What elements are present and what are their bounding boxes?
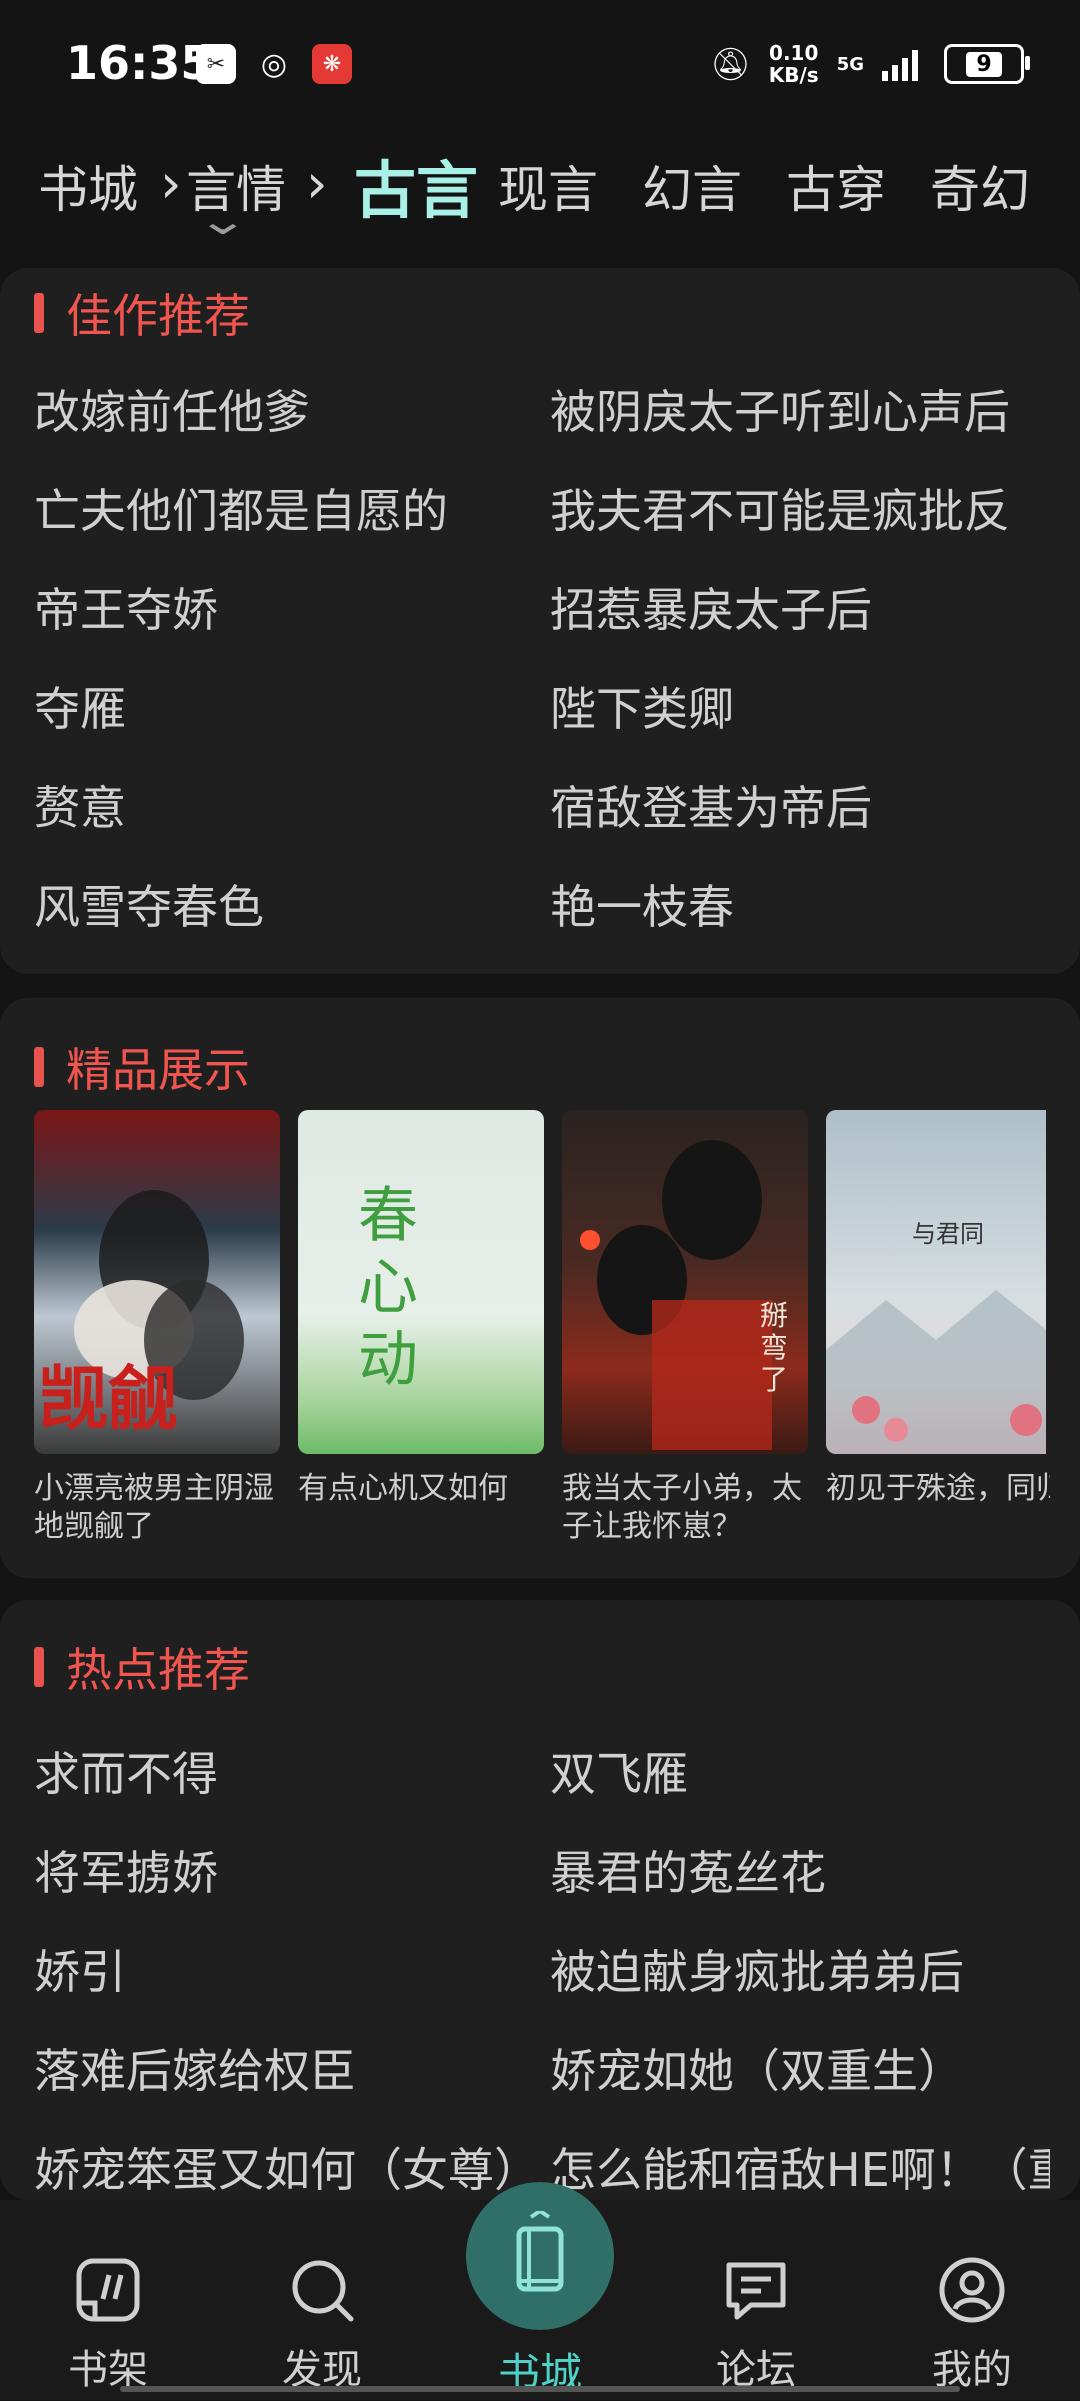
book-card[interactable]: 掰弯了 我当太子小弟，太子让我怀崽？ xyxy=(562,1110,808,1546)
book-link[interactable]: 怎么能和宿敌HE啊！（重 xyxy=(550,2134,1050,2200)
section-header: 热点推荐 xyxy=(34,1634,250,1700)
book-link[interactable]: 帝王夺娇 xyxy=(34,574,218,640)
tab-bookstore[interactable]: 书城 xyxy=(38,150,138,222)
book-link[interactable]: 改嫁前任他爹 xyxy=(34,376,310,442)
book-card[interactable]: 觊觎 小漂亮被男主阴湿地觊觎了 xyxy=(34,1110,280,1546)
section-title: 精品展示 xyxy=(66,1043,250,1097)
book-card[interactable]: 春心动 有点心机又如何 xyxy=(298,1110,544,1508)
section-title: 佳作推荐 xyxy=(66,289,250,343)
home-indicator[interactable] xyxy=(120,2386,960,2392)
book-icon xyxy=(516,2211,564,2292)
tab-ancient-romance[interactable]: 古言 xyxy=(354,140,478,230)
section-accent-bar xyxy=(34,1047,44,1087)
book-title: 小漂亮被男主阴湿地觊觎了 xyxy=(34,1471,274,1544)
shopping-app-icon: ❋ xyxy=(312,44,352,84)
book-link[interactable]: 娇宠笨蛋又如何（女尊） xyxy=(34,2134,544,2200)
book-link[interactable]: 求而不得 xyxy=(34,1738,218,1804)
tab-time-travel[interactable]: 古穿 xyxy=(786,150,886,222)
book-title: 初见于殊途，同归以终老。 xyxy=(826,1471,1050,1506)
book-cover: 春心动 xyxy=(298,1110,544,1454)
user-icon xyxy=(939,2257,1005,2323)
mute-bell-icon: 🔕︎ xyxy=(710,45,751,83)
chevron-right-icon: › xyxy=(160,152,182,215)
cover-title-text: 与君同 xyxy=(912,1220,984,1248)
chevron-down-icon[interactable]: ⌄ xyxy=(196,198,250,244)
category-tabs: 书城 › 言情 ⌄ › 古言 现言 幻言 古穿 奇幻 xyxy=(0,130,1080,250)
book-link[interactable]: 陛下类卿 xyxy=(550,673,1050,739)
section-header: 佳作推荐 xyxy=(34,280,250,346)
section-title: 热点推荐 xyxy=(66,1643,250,1697)
book-link[interactable]: 风雪夺春色 xyxy=(34,871,264,937)
book-link[interactable]: 赘意 xyxy=(34,772,126,838)
premium-section: 精品展示 觊觎 小漂亮被男主阴湿地觊觎了 春心动 有点心机又如何 掰弯了 我当太… xyxy=(0,998,1080,1578)
network-speed: 0.10 KB/s xyxy=(768,41,819,87)
search-icon xyxy=(292,2260,354,2322)
cover-art xyxy=(580,1140,772,1450)
book-link[interactable]: 亡夫他们都是自愿的 xyxy=(34,475,448,541)
book-link[interactable]: 我夫君不可能是疯批反 xyxy=(550,475,1050,541)
book-link[interactable]: 双飞雁 xyxy=(550,1738,1050,1804)
section-accent-bar xyxy=(34,293,44,333)
status-time: 16:35 xyxy=(66,36,213,90)
book-link[interactable]: 将军掳娇 xyxy=(34,1837,218,1903)
hot-section: 热点推荐 求而不得 双飞雁 将军掳娇 暴君的菟丝花 娇引 被迫献身疯批弟弟后 落… xyxy=(0,1600,1080,2200)
book-link[interactable]: 艳一枝春 xyxy=(550,871,1050,937)
book-link[interactable]: 被阴戾太子听到心声后 xyxy=(550,376,1050,442)
chevron-right-icon: › xyxy=(306,152,328,215)
nav-bookstore-button[interactable] xyxy=(466,2182,614,2330)
tab-modern-romance[interactable]: 现言 xyxy=(498,150,598,222)
book-link[interactable]: 招惹暴戾太子后 xyxy=(550,574,1050,640)
cover-title-text: 春心动 xyxy=(358,1181,418,1395)
book-card[interactable]: 与君同 初见于殊途，同归以终老。 xyxy=(826,1110,1056,1508)
tab-fantasy[interactable]: 奇幻 xyxy=(930,150,1030,222)
section-accent-bar xyxy=(34,1647,44,1687)
wechat-icon: ◎ xyxy=(260,46,288,82)
book-cover: 觊觎 xyxy=(34,1110,280,1454)
book-link[interactable]: 被迫献身疯批弟弟后 xyxy=(550,1936,1050,2002)
book-cover: 掰弯了 xyxy=(562,1110,808,1454)
cover-title-text: 觊觎 xyxy=(38,1357,178,1440)
book-cover: 与君同 xyxy=(826,1110,1046,1454)
book-link[interactable]: 落难后嫁给权臣 xyxy=(34,2035,356,2101)
cover-title-text: 掰弯了 xyxy=(760,1299,789,1396)
battery-icon: 9 xyxy=(944,44,1030,84)
book-link[interactable]: 夺雁 xyxy=(34,673,126,739)
chat-icon xyxy=(726,2262,786,2320)
book-link[interactable]: 暴君的菟丝花 xyxy=(550,1837,1050,1903)
tab-fantasy-romance[interactable]: 幻言 xyxy=(642,150,742,222)
book-title: 我当太子小弟，太子让我怀崽？ xyxy=(562,1471,802,1544)
status-bar: 16:35 ✂ ◎ ❋ 🔕︎ 0.10 KB/s 5G 9 xyxy=(0,0,1080,130)
book-link[interactable]: 娇宠如她（双重生） xyxy=(550,2035,1050,2101)
section-header: 精品展示 xyxy=(34,1034,250,1100)
book-link[interactable]: 娇引 xyxy=(34,1936,126,2002)
signal-icon xyxy=(882,50,918,81)
featured-section: 佳作推荐 改嫁前任他爹 被阴戾太子听到心声后 亡夫他们都是自愿的 我夫君不可能是… xyxy=(0,268,1080,974)
book-link[interactable]: 宿敌登基为帝后 xyxy=(550,772,1050,838)
network-type: 5G xyxy=(836,53,864,75)
book-title: 有点心机又如何 xyxy=(298,1471,508,1506)
app-notification-icon: ✂ xyxy=(196,44,236,84)
cover-art xyxy=(826,1290,1046,1454)
bookshelf-icon xyxy=(76,2258,140,2322)
